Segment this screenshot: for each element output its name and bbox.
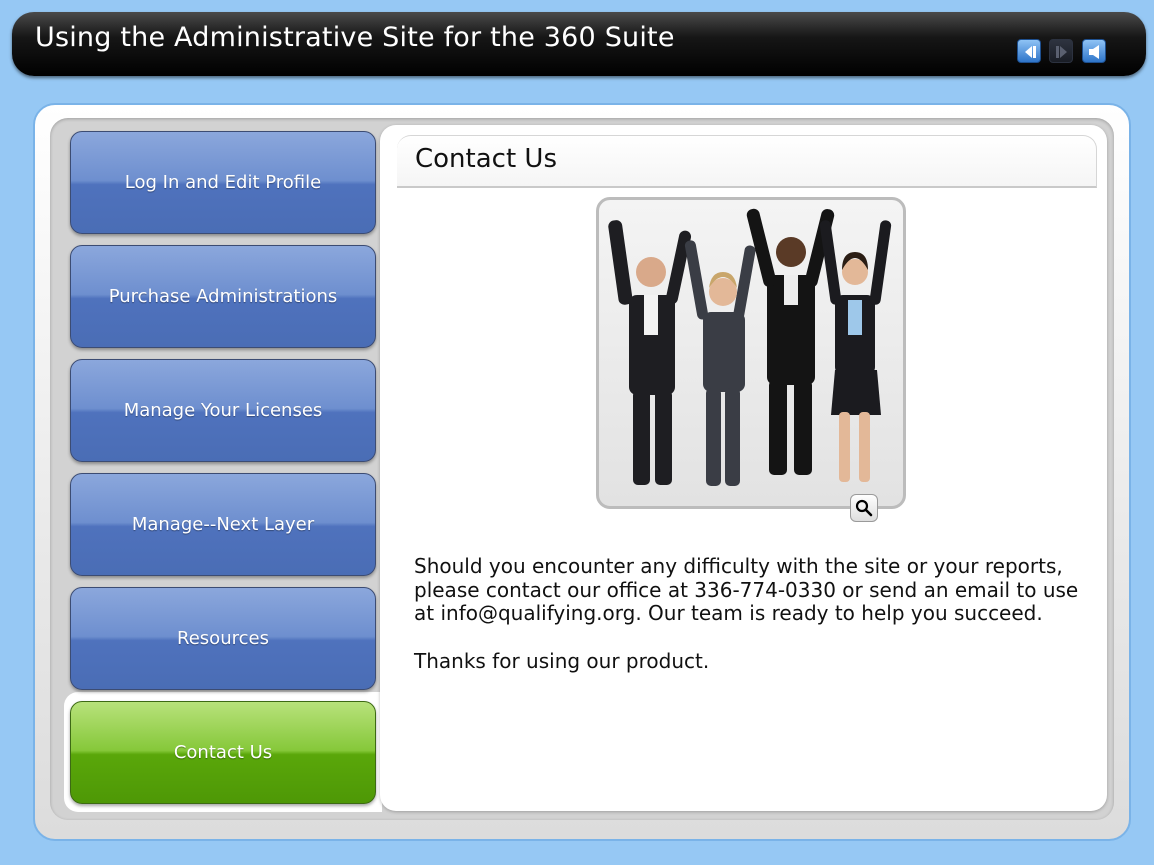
team-photo [596,197,906,509]
contact-body: Should you encounter any difficulty with… [414,554,1084,697]
nav-log-in-edit-profile[interactable]: Log In and Edit Profile [70,131,376,234]
nav-label: Contact Us [173,742,273,763]
nav-label: Manage--Next Layer [131,514,315,535]
previous-icon [1025,46,1036,58]
nav-label: Resources [177,628,269,649]
nav-manage-your-licenses[interactable]: Manage Your Licenses [70,359,376,462]
page-title: Contact Us [415,144,557,174]
zoom-button[interactable] [850,494,878,522]
audio-button[interactable] [1082,39,1106,63]
thanks-paragraph: Thanks for using our product. [414,648,710,673]
contact-paragraph: Should you encounter any difficulty with… [414,554,1079,625]
nav-label: Manage Your Licenses [123,400,323,421]
speaker-icon [1089,45,1099,59]
window-title: Using the Administrative Site for the 36… [35,22,675,53]
next-button[interactable] [1049,39,1073,63]
nav-manage-next-layer[interactable]: Manage--Next Layer [70,473,376,576]
next-icon [1056,46,1067,58]
previous-button[interactable] [1017,39,1041,63]
nav-label: Log In and Edit Profile [124,172,322,193]
title-bar: Using the Administrative Site for the 36… [12,12,1146,76]
nav-purchase-administrations[interactable]: Purchase Administrations [70,245,376,348]
nav-resources[interactable]: Resources [70,587,376,690]
jumping-people-illustration [608,208,892,486]
magnifier-icon [855,499,873,517]
nav-contact-us[interactable]: Contact Us [70,701,376,804]
nav-label: Purchase Administrations [108,286,338,307]
content-header: Contact Us [397,135,1097,188]
